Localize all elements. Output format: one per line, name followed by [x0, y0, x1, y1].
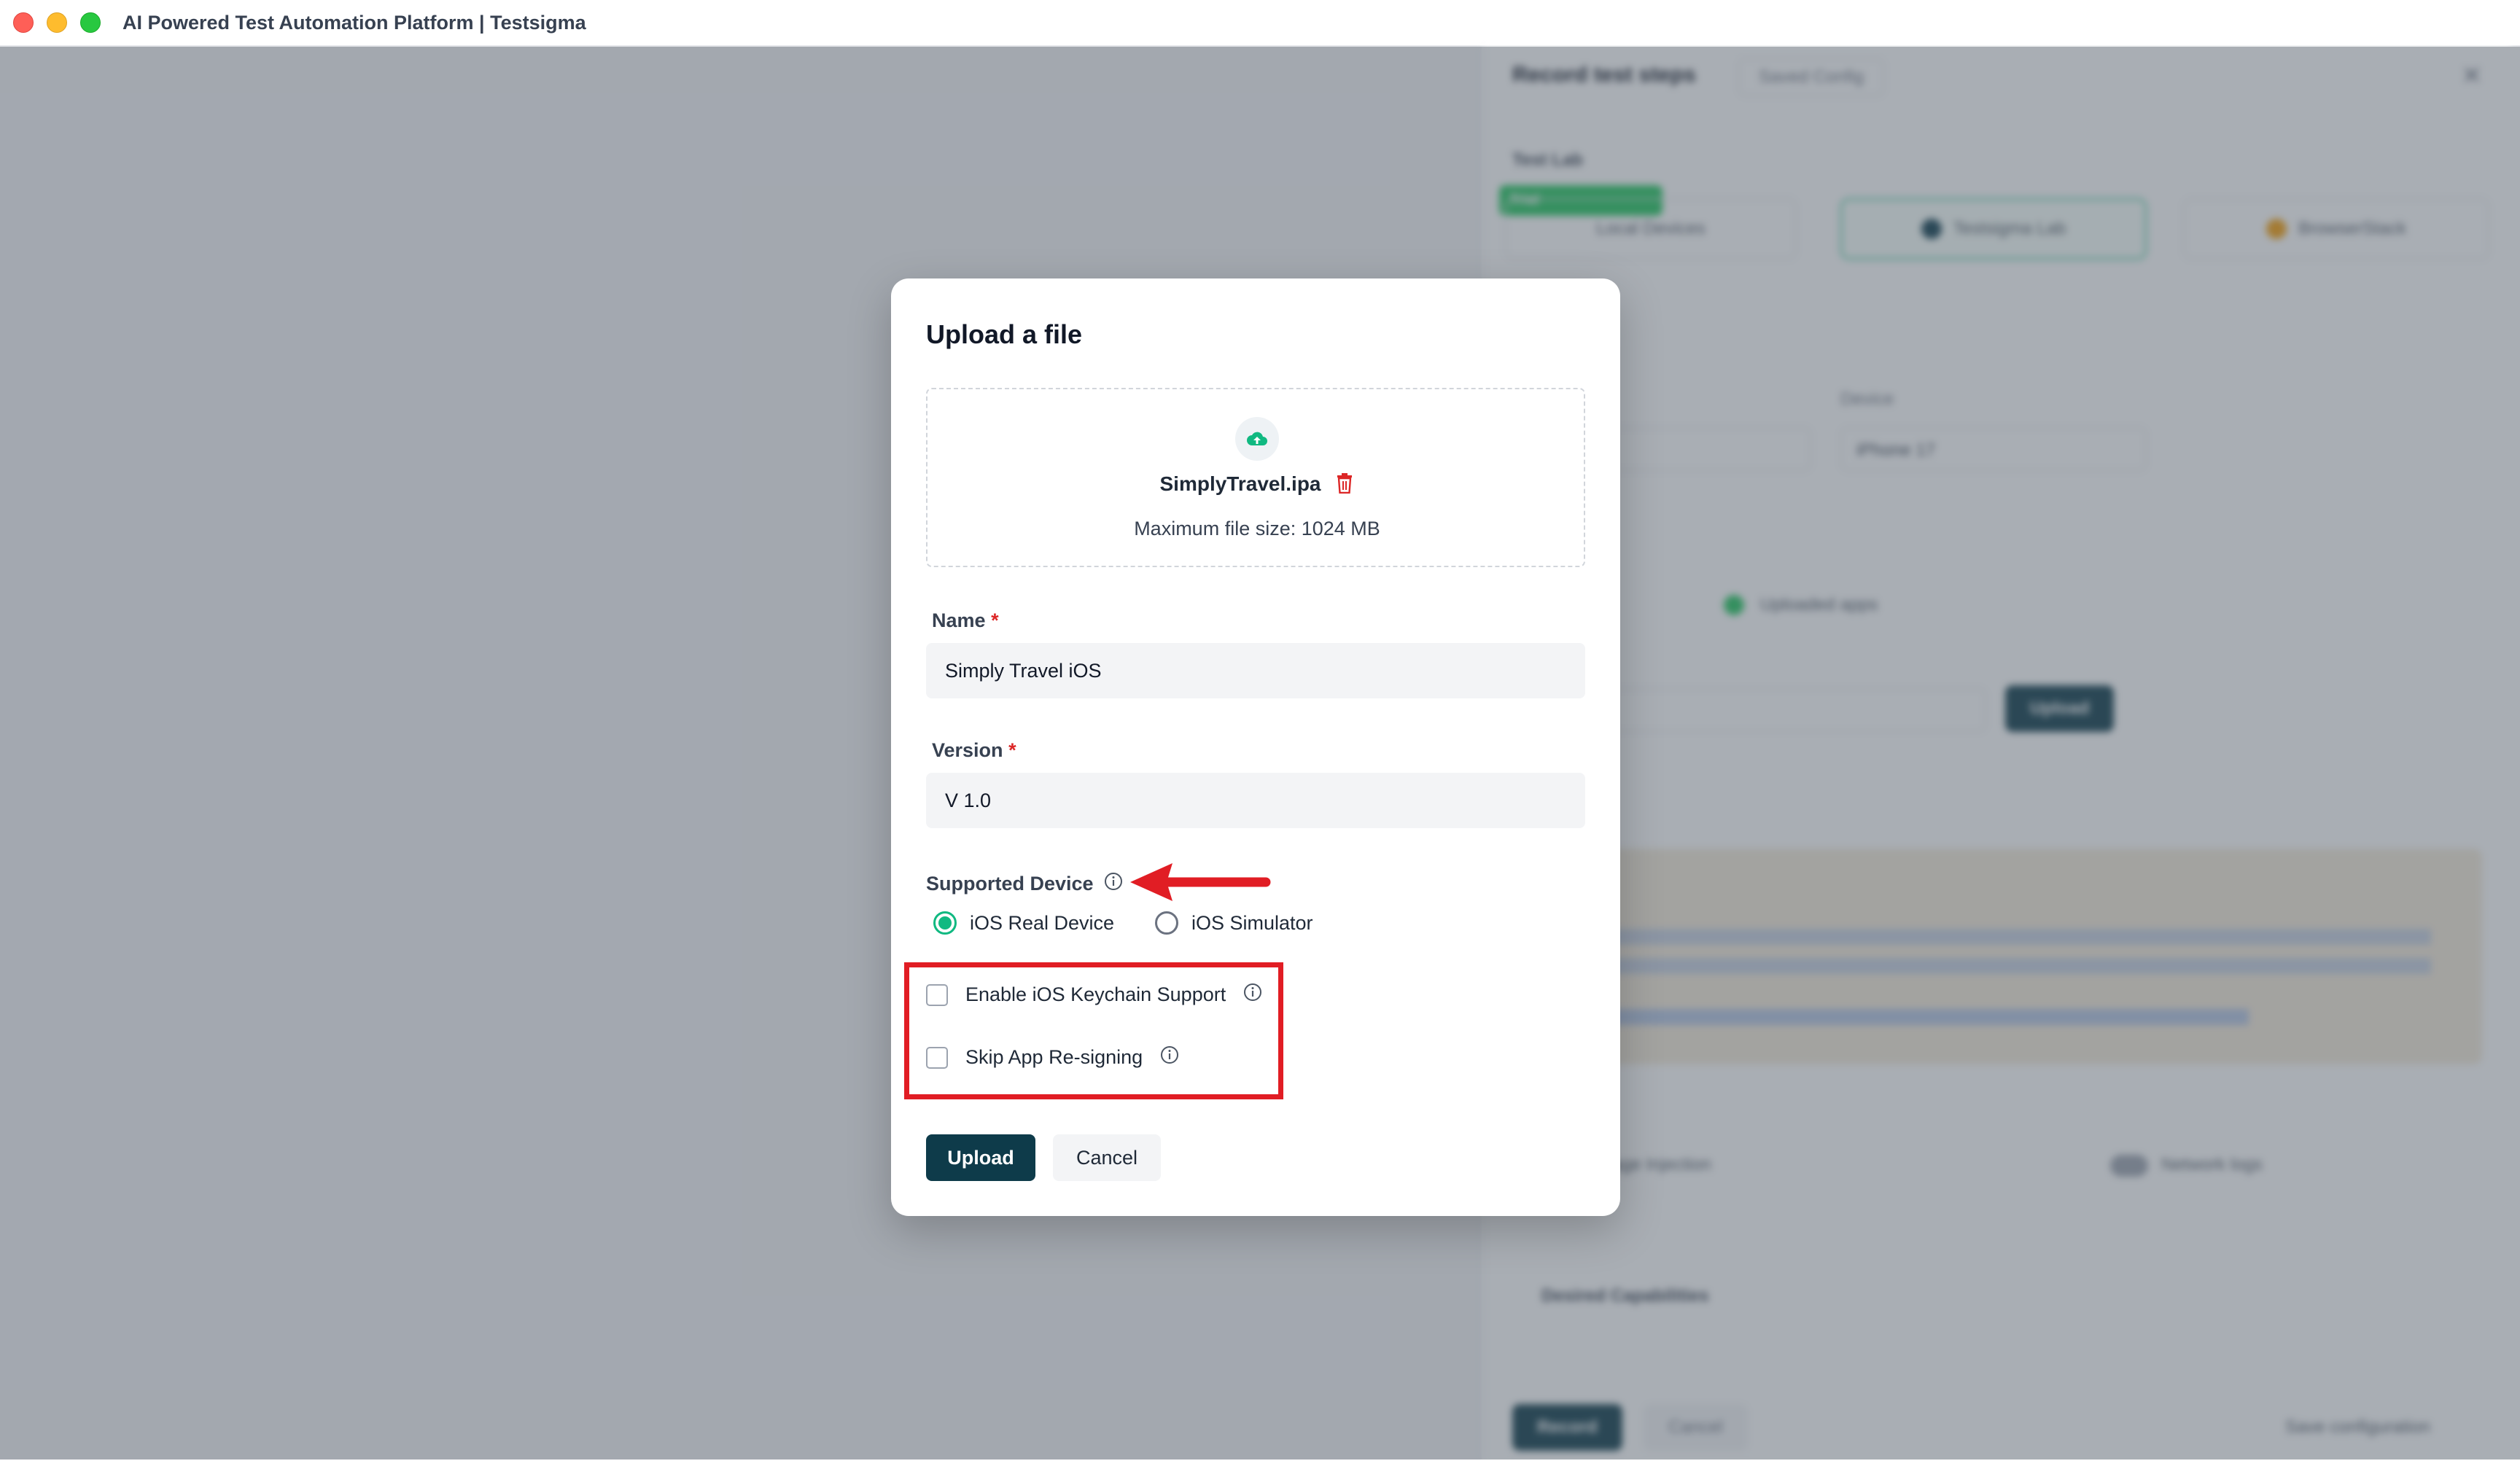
- upload-file-modal: Upload a file SimplyTravel.ipa Maximum f…: [891, 278, 1620, 1216]
- checkbox[interactable]: [926, 1046, 948, 1069]
- checkbox-keychain-support[interactable]: Enable iOS Keychain Support: [926, 983, 1262, 1007]
- file-dropzone[interactable]: SimplyTravel.ipa Maximum file size: 1024…: [926, 388, 1585, 567]
- required-mark: *: [991, 609, 999, 631]
- radio-button-checked[interactable]: [933, 911, 957, 935]
- checkbox[interactable]: [926, 983, 948, 1006]
- required-mark: *: [1008, 739, 1016, 761]
- radio-ios-simulator[interactable]: iOS Simulator: [1155, 911, 1313, 935]
- annotation-arrow-icon: [1130, 863, 1271, 901]
- radio-label: iOS Real Device: [970, 911, 1115, 934]
- screen: AI Powered Test Automation Platform | Te…: [0, 0, 2520, 1477]
- info-icon[interactable]: [1104, 872, 1123, 896]
- window-titlebar: AI Powered Test Automation Platform | Te…: [0, 0, 2520, 47]
- supported-device-label: Supported Device: [926, 872, 1123, 896]
- version-input[interactable]: [926, 773, 1585, 828]
- name-label-text: Name: [932, 609, 986, 631]
- name-label: Name *: [932, 609, 999, 632]
- window-bottom-edge: [0, 1460, 2520, 1477]
- info-icon[interactable]: [1160, 1045, 1179, 1069]
- window-title: AI Powered Test Automation Platform | Te…: [122, 12, 586, 34]
- cloud-upload-icon: [1235, 417, 1279, 461]
- radio-button-unchecked[interactable]: [1155, 911, 1178, 935]
- checkbox-skip-resigning[interactable]: Skip App Re-signing: [926, 1045, 1179, 1069]
- supported-device-label-text: Supported Device: [926, 873, 1094, 895]
- file-name: SimplyTravel.ipa: [1159, 472, 1321, 495]
- close-window-button[interactable]: [13, 12, 34, 33]
- cancel-button[interactable]: Cancel: [1053, 1134, 1161, 1181]
- trash-icon[interactable]: [1336, 473, 1355, 495]
- checkbox-label: Skip App Re-signing: [965, 1046, 1143, 1068]
- minimize-window-button[interactable]: [47, 12, 67, 33]
- maximize-window-button[interactable]: [80, 12, 101, 33]
- modal-title: Upload a file: [926, 319, 1083, 349]
- uploaded-file-row: SimplyTravel.ipa: [928, 472, 1587, 496]
- checkbox-label: Enable iOS Keychain Support: [965, 983, 1226, 1005]
- max-file-size-text: Maximum file size: 1024 MB: [1134, 518, 1380, 539]
- radio-label: iOS Simulator: [1191, 911, 1313, 934]
- name-input[interactable]: [926, 643, 1585, 698]
- radio-ios-real-device[interactable]: iOS Real Device: [933, 911, 1114, 935]
- upload-button[interactable]: Upload: [926, 1134, 1035, 1181]
- info-icon[interactable]: [1243, 983, 1262, 1007]
- version-label-text: Version: [932, 739, 1003, 761]
- version-label: Version *: [932, 739, 1016, 762]
